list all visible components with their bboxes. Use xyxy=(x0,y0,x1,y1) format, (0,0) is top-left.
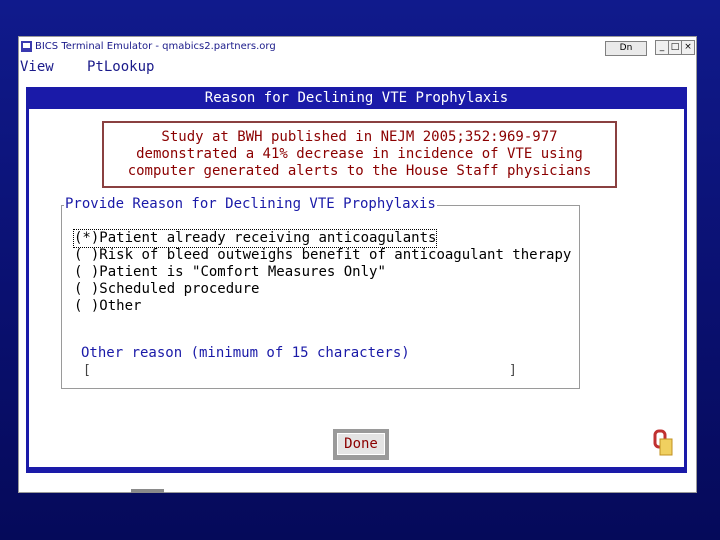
dn-button[interactable]: Dn xyxy=(605,41,647,56)
option-label: Scheduled procedure xyxy=(99,281,260,297)
dialog-title: Reason for Declining VTE Prophylaxis xyxy=(204,90,509,106)
option-label: Patient is "Comfort Measures Only" xyxy=(99,264,386,280)
app-icon xyxy=(21,41,32,52)
dialog-body: Study at BWH published in NEJM 2005;352:… xyxy=(29,109,684,467)
menu-bar: View PtLookup xyxy=(19,59,696,77)
window-title: BICS Terminal Emulator - qmabics2.partne… xyxy=(35,41,276,52)
menu-ptlookup[interactable]: PtLookup xyxy=(87,59,154,75)
terminal-screen: Reason for Declining VTE Prophylaxis Stu… xyxy=(26,87,687,473)
study-notice: Study at BWH published in NEJM 2005;352:… xyxy=(102,121,617,188)
close-icon[interactable]: × xyxy=(681,40,695,55)
option-label: Risk of bleed outweighs benefit of antic… xyxy=(99,247,572,263)
notice-line: demonstrated a 41% decrease in incidence… xyxy=(136,146,583,162)
radio-marker[interactable]: ( ) xyxy=(74,281,99,297)
maximize-icon[interactable]: □ xyxy=(668,40,682,55)
other-reason-input[interactable]: [ ] xyxy=(81,363,519,378)
option-label: Other xyxy=(99,298,142,314)
menu-view[interactable]: View xyxy=(20,59,54,75)
done-button[interactable]: Done xyxy=(337,433,385,455)
radio-marker[interactable]: ( ) xyxy=(74,264,99,280)
radio-marker[interactable]: ( ) xyxy=(74,298,99,314)
other-reason-label: Other reason (minimum of 15 characters) xyxy=(81,345,410,361)
field-bracket-left: [ xyxy=(83,363,91,378)
option-bleed-risk[interactable]: ( )Risk of bleed outweighs benefit of an… xyxy=(74,247,571,264)
radio-marker[interactable]: (*) xyxy=(74,230,99,246)
terminal-window: BICS Terminal Emulator - qmabics2.partne… xyxy=(18,36,697,493)
scrollbar-thumb[interactable] xyxy=(131,489,164,493)
lock-icon xyxy=(653,429,673,456)
field-bracket-right: ] xyxy=(509,363,517,378)
done-button-frame: Done xyxy=(333,429,389,460)
title-bar: BICS Terminal Emulator - qmabics2.partne… xyxy=(19,37,696,57)
option-label: Patient already receiving anticoagulants xyxy=(99,230,437,246)
notice-line: computer generated alerts to the House S… xyxy=(127,163,592,179)
notice-line: Study at BWH published in NEJM 2005;352:… xyxy=(161,129,558,145)
option-already-anticoagulated[interactable]: (*)Patient already receiving anticoagula… xyxy=(72,229,438,248)
radio-marker[interactable]: ( ) xyxy=(74,247,99,263)
reason-group: Provide Reason for Declining VTE Prophyl… xyxy=(61,196,580,389)
minimize-icon[interactable]: _ xyxy=(655,40,669,55)
reason-group-label: Provide Reason for Declining VTE Prophyl… xyxy=(64,196,437,212)
option-scheduled-procedure[interactable]: ( )Scheduled procedure xyxy=(74,281,259,298)
option-other[interactable]: ( )Other xyxy=(74,298,141,315)
option-comfort-measures[interactable]: ( )Patient is "Comfort Measures Only" xyxy=(74,264,386,281)
